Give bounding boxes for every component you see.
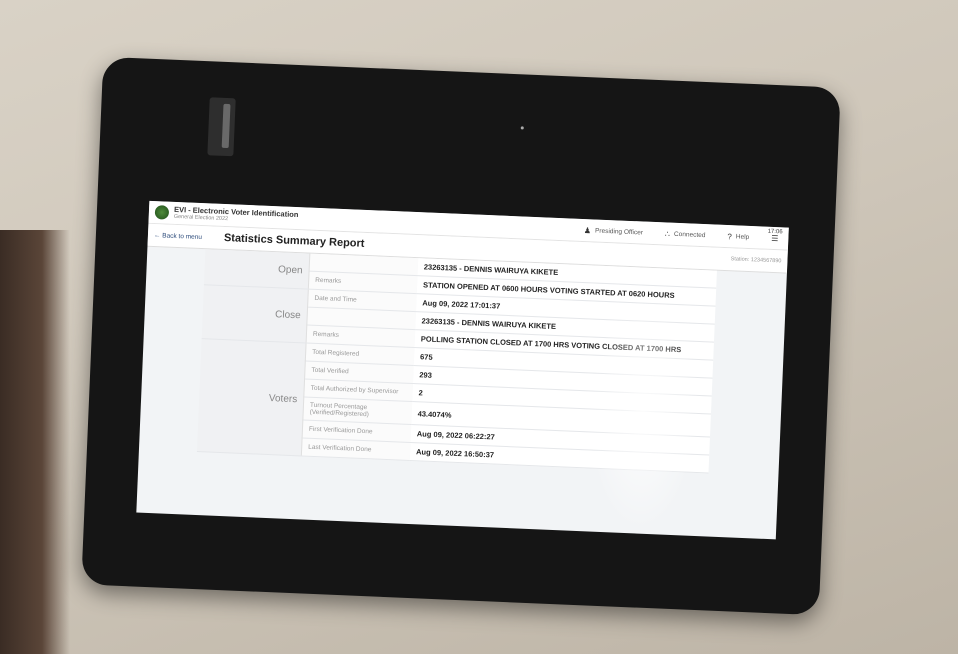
statistics-table: Open 23263135 - DENNIS WAIRUYA KIKETE Re… [196, 249, 717, 473]
close-section-label: Close [201, 284, 309, 344]
tablet-camera [207, 97, 236, 157]
report-subtitle: Station: 1234567890 [730, 256, 782, 265]
signal-icon: ∴ [664, 228, 671, 239]
person-icon: ♟ [583, 225, 592, 235]
last-verification-label: Last Verification Done [301, 437, 411, 461]
status-bar-time: 17:06 [767, 228, 783, 236]
connection-label: Connected [673, 230, 706, 239]
voters-section-label: Voters [196, 338, 307, 456]
app-title-block: EVI - Electronic Voter Identification Ge… [174, 205, 299, 225]
background-wall-edge [0, 230, 70, 654]
presiding-officer-label: Presiding Officer [594, 227, 644, 237]
question-icon: ? [727, 231, 733, 241]
back-to-menu-label: Back to menu [162, 231, 203, 241]
evi-logo-icon [154, 205, 170, 220]
tablet-sensor [520, 126, 524, 130]
help-label: Help [735, 232, 750, 241]
connection-status[interactable]: ∴ Connected [665, 229, 706, 240]
report-title: Statistics Summary Report [223, 231, 365, 250]
help-button[interactable]: ? Help [727, 232, 749, 242]
back-to-menu-link[interactable]: ← Back to menu [154, 232, 202, 241]
tablet-screen: EVI - Electronic Voter Identification Ge… [136, 200, 789, 540]
presiding-officer-button[interactable]: ♟ Presiding Officer [584, 226, 643, 237]
open-section-label: Open [203, 249, 310, 290]
tablet-device: EVI - Electronic Voter Identification Ge… [81, 56, 841, 616]
